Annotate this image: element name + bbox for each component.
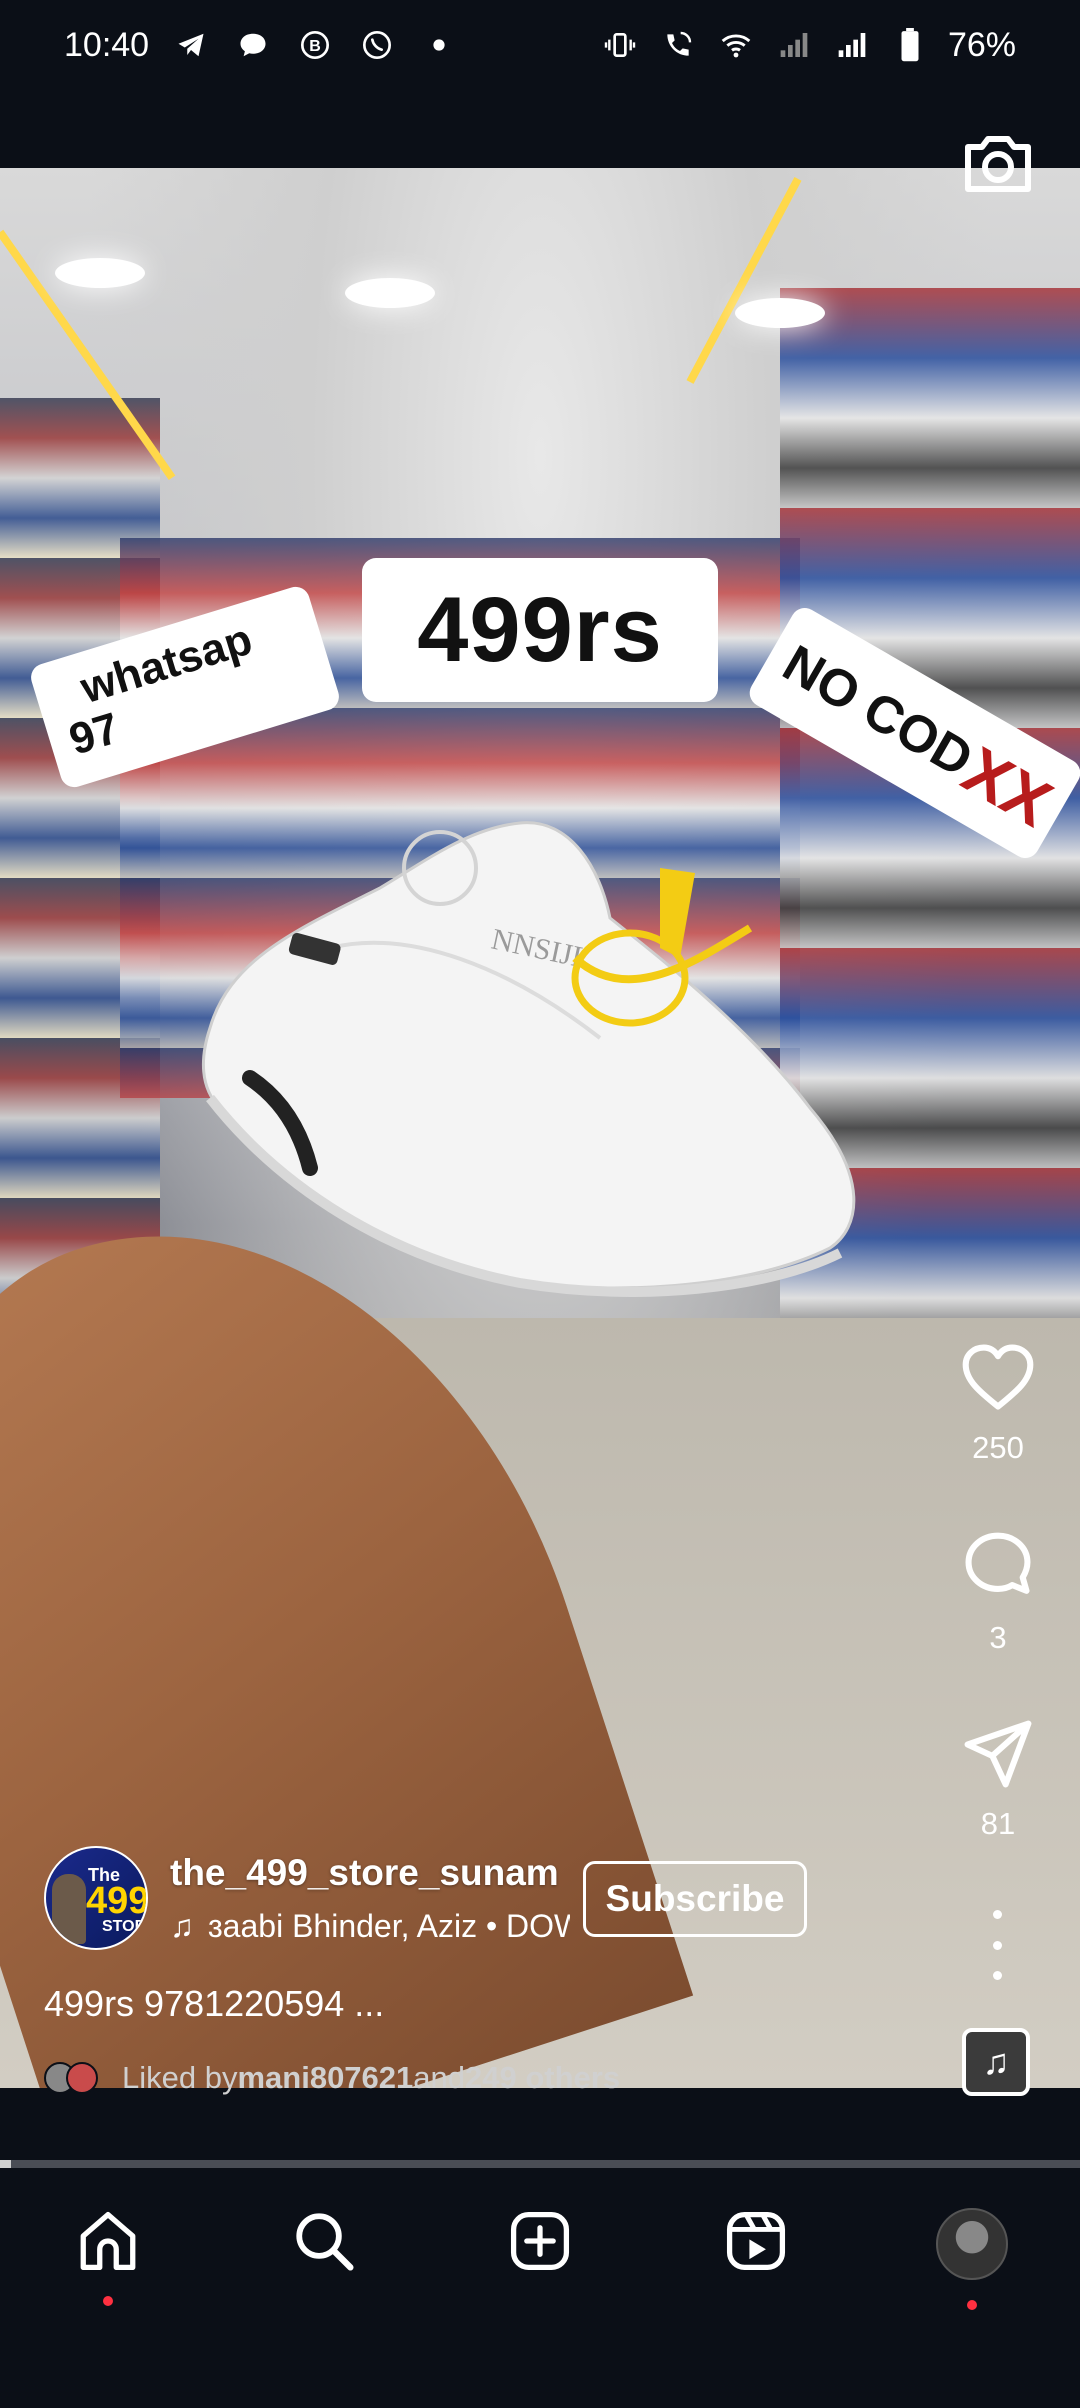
signal-icon — [832, 25, 872, 65]
avatar-person — [52, 1874, 86, 1944]
comment-icon[interactable] — [960, 1530, 1036, 1606]
liked-by[interactable]: Liked by mani807621 and 249 others — [44, 2058, 620, 2098]
reel-caption[interactable]: 499rs 9781220594 ... — [44, 1983, 384, 2025]
progress-fill — [0, 2160, 11, 2168]
chat-bubble-icon — [233, 25, 273, 65]
profile-avatar[interactable] — [936, 2208, 1008, 2280]
camera-icon[interactable] — [962, 130, 1034, 196]
avatar-text-number: 499 — [86, 1880, 148, 1922]
svg-text:B: B — [309, 38, 321, 55]
search-icon[interactable] — [291, 2208, 357, 2274]
nav-search[interactable] — [216, 2208, 432, 2408]
comment-action[interactable]: 3 — [950, 1530, 1046, 1656]
music-track-label: ɜaabi Bhinder, Aziz • DOW — [208, 1908, 570, 1944]
signal-icon — [774, 25, 814, 65]
business-icon: B — [295, 25, 335, 65]
clock: 10:40 — [64, 25, 150, 64]
vibrate-icon — [600, 25, 640, 65]
battery-percent: 76% — [947, 25, 1016, 64]
like-count: 250 — [972, 1430, 1024, 1465]
battery-icon — [890, 25, 930, 65]
comment-count: 3 — [989, 1620, 1007, 1655]
dot-icon — [419, 25, 459, 65]
bottom-nav — [0, 2168, 1080, 2408]
nav-home[interactable] — [0, 2208, 216, 2408]
liked-by-middle: and — [413, 2060, 466, 2095]
price-sticker: 499rs — [362, 558, 718, 702]
author-username[interactable]: the_499_store_sunam — [170, 1852, 559, 1894]
share-action[interactable]: 81 — [950, 1716, 1046, 1842]
share-icon[interactable] — [960, 1716, 1036, 1792]
wifi-icon — [716, 25, 756, 65]
ceiling-light — [55, 258, 145, 288]
music-note-icon: ♫ — [982, 2041, 1010, 2082]
heart-icon[interactable] — [960, 1340, 1036, 1416]
music-track[interactable]: ♫ ɜaabi Bhinder, Aziz • DOW — [170, 1908, 570, 1945]
reel-video[interactable]: NNSIJL whatsap 97 499rs NO COD XX — [0, 168, 1080, 2088]
home-icon[interactable] — [75, 2208, 141, 2274]
liker-avatar — [66, 2062, 98, 2094]
liker-avatars — [44, 2060, 104, 2096]
nav-create[interactable] — [432, 2208, 648, 2408]
reels-icon[interactable] — [723, 2208, 789, 2274]
subscribe-button[interactable]: Subscribe — [583, 1861, 807, 1937]
avatar-text-bottom: STOR — [102, 1918, 147, 1935]
notification-dot — [103, 2296, 113, 2306]
notification-dot — [967, 2300, 977, 2310]
ceiling-light — [735, 298, 825, 328]
create-icon[interactable] — [507, 2208, 573, 2274]
like-action[interactable]: 250 — [950, 1340, 1046, 1466]
liked-by-user[interactable]: mani807621 — [237, 2060, 413, 2096]
dot-icon — [992, 1940, 1002, 1950]
author-avatar[interactable]: The 499 STOR — [44, 1846, 148, 1950]
dot-icon — [992, 1971, 1002, 1980]
status-bar: 10:40 B 76% — [0, 0, 1080, 90]
telegram-icon — [171, 25, 211, 65]
white-sneaker: NNSIJL — [201, 821, 856, 1297]
video-progress-bar[interactable] — [0, 2160, 1080, 2168]
share-count: 81 — [980, 1806, 1016, 1841]
music-note-icon: ♫ — [170, 1908, 194, 1944]
nav-profile[interactable] — [864, 2208, 1080, 2408]
more-options-icon[interactable] — [982, 1910, 1012, 1980]
whatsapp-icon — [357, 25, 397, 65]
dot-icon — [992, 1910, 1002, 1919]
wifi-call-icon — [658, 25, 698, 65]
ceiling-light — [345, 278, 435, 308]
nav-reels[interactable] — [648, 2208, 864, 2408]
liked-by-prefix: Liked by — [122, 2060, 238, 2095]
liked-by-others[interactable]: 249 others — [465, 2060, 620, 2096]
audio-thumbnail[interactable]: ♫ — [962, 2028, 1030, 2096]
